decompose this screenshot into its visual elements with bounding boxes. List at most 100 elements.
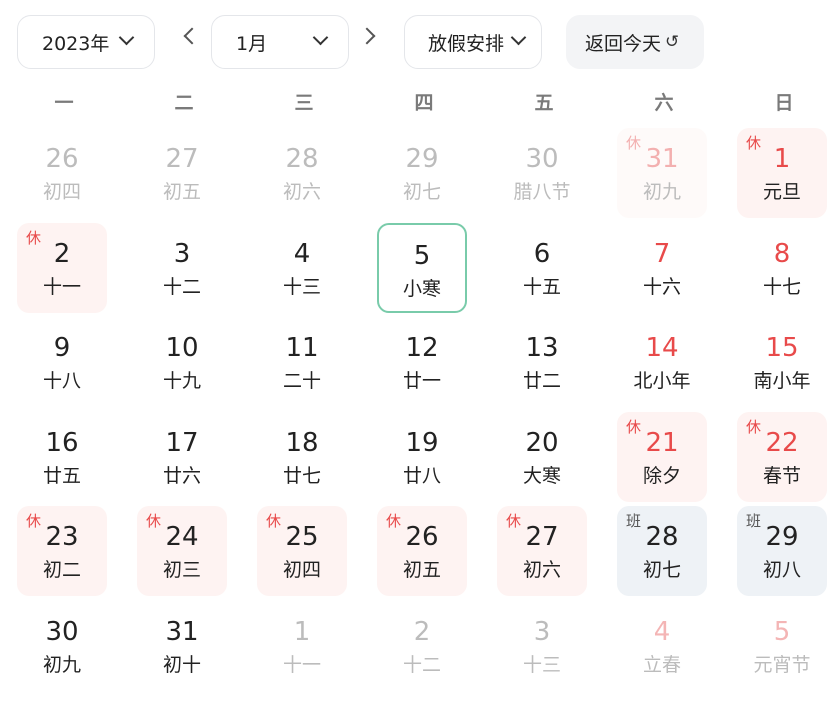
lunar-date: 廿二 — [522, 370, 561, 392]
day-cell[interactable]: 14 北小年 — [617, 317, 707, 407]
day-cell[interactable]: 26 初四 — [17, 128, 107, 218]
day-cell[interactable]: 班 28 初七 — [617, 506, 707, 596]
lunar-date: 小寒 — [402, 278, 441, 300]
lunar-date: 十六 — [642, 276, 681, 298]
day-cell[interactable]: 休 21 除夕 — [617, 412, 707, 502]
back-to-today-button[interactable]: 返回今天 ↺ — [566, 15, 704, 69]
lunar-date: 南小年 — [753, 370, 811, 392]
lunar-date: 廿六 — [162, 465, 201, 487]
day-cell[interactable]: 5 元宵节 — [737, 601, 827, 691]
day-number: 4 — [293, 239, 311, 269]
day-cell[interactable]: 19 廿八 — [377, 412, 467, 502]
lunar-date: 十一 — [42, 276, 81, 298]
weekday-label: 六 — [654, 92, 674, 114]
day-cell[interactable]: 休 24 初三 — [137, 506, 227, 596]
day-number: 25 — [285, 522, 319, 552]
day-number: 10 — [165, 333, 199, 363]
day-number: 31 — [645, 144, 679, 174]
day-cell[interactable]: 16 廿五 — [17, 412, 107, 502]
day-cell[interactable]: 12 廿一 — [377, 317, 467, 407]
day-cell[interactable]: 4 立春 — [617, 601, 707, 691]
day-number: 5 — [773, 617, 791, 647]
undo-icon: ↺ — [665, 32, 680, 52]
today-label: 返回今天 — [585, 32, 662, 55]
day-number: 6 — [533, 239, 551, 269]
lunar-date: 除夕 — [642, 465, 681, 487]
weekday-label: 一 — [54, 92, 74, 114]
day-number: 8 — [773, 239, 791, 269]
day-cell[interactable]: 休 1 元旦 — [737, 128, 827, 218]
day-cell[interactable]: 28 初六 — [257, 128, 347, 218]
day-number: 26 — [405, 522, 439, 552]
day-number: 7 — [653, 239, 671, 269]
day-cell[interactable]: 6 十五 — [497, 223, 587, 313]
day-number: 13 — [525, 333, 559, 363]
day-cell[interactable]: 4 十三 — [257, 223, 347, 313]
day-number: 28 — [645, 522, 679, 552]
lunar-date: 十三 — [522, 654, 561, 676]
lunar-date: 十三 — [282, 276, 321, 298]
lunar-date: 廿八 — [402, 465, 441, 487]
day-number: 2 — [53, 239, 71, 269]
day-cell[interactable]: 1 十一 — [257, 601, 347, 691]
year-select[interactable]: 2023年 — [17, 15, 155, 69]
day-number: 27 — [525, 522, 559, 552]
next-month-arrow-icon[interactable] — [358, 27, 376, 45]
day-number: 18 — [285, 428, 319, 458]
lunar-date: 二十 — [282, 370, 321, 392]
lunar-date: 十二 — [402, 654, 441, 676]
day-cell[interactable]: 31 初十 — [137, 601, 227, 691]
lunar-date: 廿一 — [402, 370, 441, 392]
year-label: 2023年 — [42, 32, 110, 55]
day-number: 2 — [413, 617, 431, 647]
day-cell[interactable]: 27 初五 — [137, 128, 227, 218]
day-cell[interactable]: 11 二十 — [257, 317, 347, 407]
lunar-date: 腊八节 — [513, 181, 571, 203]
day-cell[interactable]: 班 29 初八 — [737, 506, 827, 596]
lunar-date: 十八 — [42, 370, 81, 392]
day-number: 14 — [645, 333, 679, 363]
month-select[interactable]: 1月 — [211, 15, 349, 69]
day-number: 1 — [773, 144, 791, 174]
lunar-date: 十五 — [522, 276, 561, 298]
holiday-schedule-select[interactable]: 放假安排 — [404, 15, 542, 69]
day-number: 19 — [405, 428, 439, 458]
day-cell[interactable]: 20 大寒 — [497, 412, 587, 502]
lunar-date: 初六 — [282, 181, 321, 203]
lunar-date: 元旦 — [762, 181, 801, 203]
day-cell[interactable]: 休 31 初九 — [617, 128, 707, 218]
day-cell[interactable]: 休 22 春节 — [737, 412, 827, 502]
day-number: 3 — [533, 617, 551, 647]
day-cell[interactable]: 2 十二 — [377, 601, 467, 691]
month-label: 1月 — [236, 32, 268, 55]
day-cell[interactable]: 休 23 初二 — [17, 506, 107, 596]
lunar-date: 初十 — [162, 654, 201, 676]
day-cell[interactable]: 7 十六 — [617, 223, 707, 313]
day-cell-today[interactable]: 5 小寒 — [377, 223, 467, 313]
day-cell[interactable]: 30 初九 — [17, 601, 107, 691]
weekday-label: 四 — [414, 92, 434, 114]
day-cell[interactable]: 休 25 初四 — [257, 506, 347, 596]
lunar-date: 初七 — [402, 181, 441, 203]
day-cell[interactable]: 29 初七 — [377, 128, 467, 218]
lunar-date: 春节 — [762, 465, 801, 487]
prev-month-arrow-icon[interactable] — [183, 27, 201, 45]
day-cell[interactable]: 休 26 初五 — [377, 506, 467, 596]
day-cell[interactable]: 30 腊八节 — [497, 128, 587, 218]
lunar-date: 初四 — [282, 559, 321, 581]
day-cell[interactable]: 10 十九 — [137, 317, 227, 407]
day-cell[interactable]: 13 廿二 — [497, 317, 587, 407]
day-number: 23 — [45, 522, 79, 552]
day-cell[interactable]: 9 十八 — [17, 317, 107, 407]
day-number: 12 — [405, 333, 439, 363]
day-cell[interactable]: 休 2 十一 — [17, 223, 107, 313]
day-cell[interactable]: 休 27 初六 — [497, 506, 587, 596]
weekday-header: 一 二 三 四 五 六 日 — [2, 88, 840, 118]
day-cell[interactable]: 3 十三 — [497, 601, 587, 691]
day-cell[interactable]: 3 十二 — [137, 223, 227, 313]
day-cell[interactable]: 18 廿七 — [257, 412, 347, 502]
day-cell[interactable]: 15 南小年 — [737, 317, 827, 407]
lunar-date: 初七 — [642, 559, 681, 581]
day-cell[interactable]: 8 十七 — [737, 223, 827, 313]
day-cell[interactable]: 17 廿六 — [137, 412, 227, 502]
